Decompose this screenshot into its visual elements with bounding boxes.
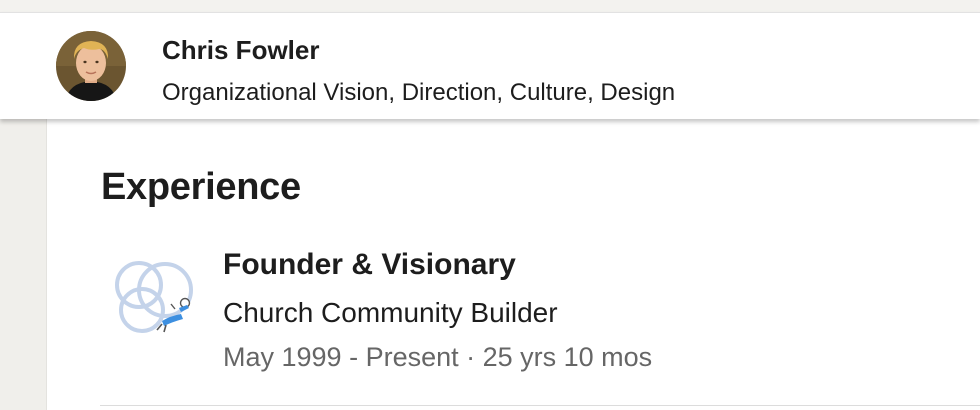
page-top-strip xyxy=(0,0,980,12)
profile-avatar[interactable] xyxy=(56,31,126,101)
profile-sticky-header: Chris Fowler Organizational Vision, Dire… xyxy=(0,12,980,119)
item-divider xyxy=(100,405,980,406)
experience-item: Founder & Visionary Church Community Bui… xyxy=(47,238,980,410)
profile-name[interactable]: Chris Fowler xyxy=(162,35,319,66)
experience-title: Founder & Visionary xyxy=(223,248,516,281)
church-community-builder-logo-icon[interactable] xyxy=(109,258,203,352)
left-rail xyxy=(0,118,47,410)
experience-section: Experience Founder & Visionary Church Co… xyxy=(47,118,980,410)
profile-headline: Organizational Vision, Direction, Cultur… xyxy=(162,79,676,106)
experience-company[interactable]: Church Community Builder xyxy=(223,297,558,329)
experience-dates: May 1999 - Present · 25 yrs 10 mos xyxy=(223,342,653,372)
experience-section-title: Experience xyxy=(101,166,301,208)
